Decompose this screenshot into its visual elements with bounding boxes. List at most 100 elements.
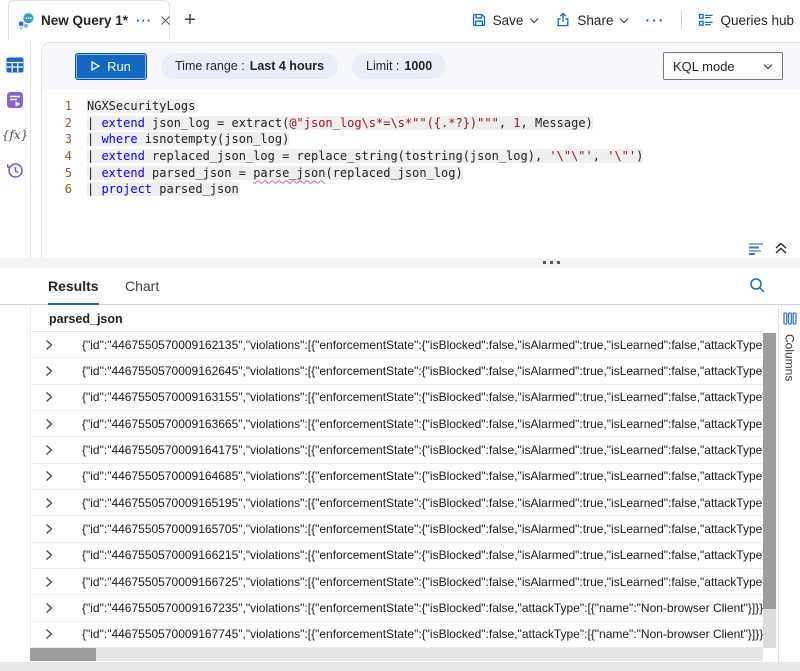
divider — [681, 10, 682, 30]
expand-chevron-icon[interactable] — [45, 470, 55, 482]
table-row[interactable]: {"id":"4467550570009164685","violations"… — [31, 464, 763, 490]
expand-chevron-icon[interactable] — [45, 444, 55, 456]
table-row[interactable]: {"id":"4467550570009163155","violations"… — [31, 385, 763, 411]
functions-icon[interactable]: {fx} — [6, 126, 24, 144]
tables-icon[interactable] — [6, 56, 24, 74]
chevron-down-icon — [619, 17, 629, 24]
row-json-text: {"id":"4467550570009165195","violations"… — [82, 496, 763, 510]
bottom-strip — [0, 662, 800, 671]
tab-more-icon[interactable]: ··· — [136, 13, 152, 28]
table-row[interactable]: {"id":"4467550570009163665","violations"… — [31, 411, 763, 437]
share-icon — [555, 12, 571, 28]
tab-title: New Query 1* — [41, 13, 128, 28]
grid-rows: {"id":"4467550570009162135","violations"… — [31, 332, 763, 648]
editor-results-splitter[interactable] — [0, 258, 800, 268]
row-json-text: {"id":"4467550570009167235","violations"… — [82, 601, 763, 615]
code-token: | — [87, 132, 101, 146]
row-json-text: {"id":"4467550570009163155","violations"… — [82, 390, 763, 404]
code-token: extend — [101, 166, 144, 180]
expand-chevron-icon[interactable] — [45, 339, 55, 351]
code-line: 1 NGXSecurityLogs — [42, 98, 800, 115]
code-text: | where isnotempty(json_log) — [87, 132, 289, 146]
tab-results[interactable]: Results — [48, 278, 99, 305]
save-button[interactable]: Save — [471, 12, 540, 28]
collapse-up-icon[interactable] — [774, 241, 788, 255]
code-line: 5 | extend parsed_json = parse_json(repl… — [42, 164, 800, 181]
save-icon — [471, 12, 487, 28]
query-mode-select[interactable]: KQL mode — [663, 52, 783, 80]
results-vertical-scrollbar[interactable] — [763, 333, 776, 648]
query-mode-value: KQL mode — [673, 59, 735, 74]
history-icon[interactable] — [6, 161, 24, 179]
tab-bar: New Query 1* ··· + Save — [0, 0, 800, 40]
horizontal-scroll-thumb[interactable] — [30, 648, 96, 661]
code-token: | — [87, 166, 101, 180]
expand-chevron-icon[interactable] — [45, 365, 55, 377]
row-json-text: {"id":"4467550570009162135","violations"… — [82, 338, 763, 352]
more-icon[interactable]: ··· — [645, 12, 665, 28]
code-text: | project parsed_json — [87, 182, 239, 196]
code-editor[interactable]: 1 NGXSecurityLogs 2 | extend json_log = … — [42, 89, 800, 198]
splitter-grip-icon — [543, 261, 560, 264]
time-range-pill[interactable]: Time range : Last 4 hours — [161, 53, 338, 79]
expand-chevron-icon[interactable] — [45, 418, 55, 430]
adx-app-icon — [17, 12, 35, 30]
query-toolbar: Run Time range : Last 4 hours Limit : 10… — [42, 43, 800, 89]
code-lines: 1 NGXSecurityLogs 2 | extend json_log = … — [42, 98, 800, 198]
columns-panel-label: Columns — [783, 334, 797, 381]
code-line: 6 | project parsed_json — [42, 181, 800, 198]
code-token: | — [87, 182, 101, 196]
expand-chevron-icon[interactable] — [45, 602, 55, 614]
queries-hub-button[interactable]: Queries hub — [698, 12, 794, 28]
vertical-scroll-thumb[interactable] — [763, 333, 776, 609]
time-range-value: Last 4 hours — [250, 59, 324, 73]
code-token: NGXSecurityLogs — [87, 99, 195, 113]
columns-icon — [783, 312, 797, 325]
results-grid: parsed_json {"id":"4467550570009162135",… — [30, 306, 763, 648]
expand-chevron-icon[interactable] — [45, 628, 55, 640]
tab-close-icon[interactable] — [160, 15, 171, 26]
column-header-parsed-json[interactable]: parsed_json — [31, 306, 763, 332]
table-row[interactable]: {"id":"4467550570009164175","violations"… — [31, 437, 763, 463]
kusto-web-explorer: New Query 1* ··· + Save — [0, 0, 800, 671]
queryset-icon[interactable] — [6, 91, 24, 109]
table-row[interactable]: {"id":"4467550570009167745","violations"… — [31, 622, 763, 648]
expand-chevron-icon[interactable] — [45, 391, 55, 403]
limit-value: 1000 — [404, 59, 432, 73]
results-horizontal-scrollbar[interactable] — [30, 648, 763, 661]
time-range-label: Time range : — [175, 59, 245, 73]
tabbar-actions: Save Share ··· — [471, 0, 794, 40]
row-json-text: {"id":"4467550570009166215","violations"… — [82, 548, 763, 562]
line-number: 1 — [42, 99, 72, 113]
code-token: 1 — [513, 116, 520, 130]
code-text: | extend replaced_json_log = replace_str… — [87, 149, 643, 163]
table-row[interactable]: {"id":"4467550570009166725","violations"… — [31, 569, 763, 595]
share-button[interactable]: Share — [555, 12, 629, 28]
limit-pill[interactable]: Limit : 1000 — [352, 53, 446, 79]
table-row[interactable]: {"id":"4467550570009167235","violations"… — [31, 595, 763, 621]
run-button[interactable]: Run — [75, 53, 147, 80]
new-tab-button[interactable]: + — [178, 8, 202, 32]
row-json-text: {"id":"4467550570009164685","violations"… — [82, 469, 763, 483]
table-row[interactable]: {"id":"4467550570009162135","violations"… — [31, 332, 763, 358]
tab-chart[interactable]: Chart — [125, 278, 159, 294]
table-row[interactable]: {"id":"4467550570009165195","violations"… — [31, 490, 763, 516]
code-text: | extend json_log = extract(@"json_log\s… — [87, 116, 593, 130]
play-icon — [91, 61, 100, 71]
query-lines-icon[interactable] — [748, 242, 764, 255]
table-row[interactable]: {"id":"4467550570009162645","violations"… — [31, 358, 763, 384]
expand-chevron-icon[interactable] — [45, 497, 55, 509]
code-token: project — [101, 182, 152, 196]
search-icon[interactable] — [749, 277, 766, 294]
expand-chevron-icon[interactable] — [45, 576, 55, 588]
expand-chevron-icon[interactable] — [45, 523, 55, 535]
table-row[interactable]: {"id":"4467550570009165705","violations"… — [31, 516, 763, 542]
code-token: , Message) — [521, 116, 593, 130]
table-row[interactable]: {"id":"4467550570009166215","violations"… — [31, 543, 763, 569]
code-token: parsed_json — [152, 182, 239, 196]
query-editor-panel: Run Time range : Last 4 hours Limit : 10… — [41, 42, 800, 258]
row-json-text: {"id":"4467550570009163665","violations"… — [82, 417, 763, 431]
query-tab[interactable]: New Query 1* ··· — [8, 0, 170, 40]
columns-panel-toggle[interactable]: Columns — [778, 306, 800, 662]
expand-chevron-icon[interactable] — [45, 549, 55, 561]
